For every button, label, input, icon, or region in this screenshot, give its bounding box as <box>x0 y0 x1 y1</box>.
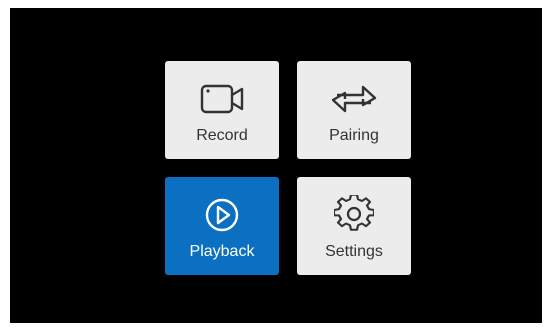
pairing-button[interactable]: Pairing <box>297 61 411 159</box>
record-button[interactable]: Record <box>165 61 279 159</box>
settings-label: Settings <box>325 243 383 260</box>
swap-arrows-icon <box>297 79 411 119</box>
pairing-label: Pairing <box>329 127 379 144</box>
record-label: Record <box>196 127 248 144</box>
gear-icon <box>297 195 411 235</box>
playback-label: Playback <box>189 243 255 260</box>
play-circle-icon <box>165 195 279 235</box>
video-camera-icon <box>165 79 279 119</box>
settings-button[interactable]: Settings <box>297 177 411 275</box>
playback-button[interactable]: Playback <box>165 177 279 275</box>
device-screen: Record Pairing Playback Settings <box>10 8 542 323</box>
